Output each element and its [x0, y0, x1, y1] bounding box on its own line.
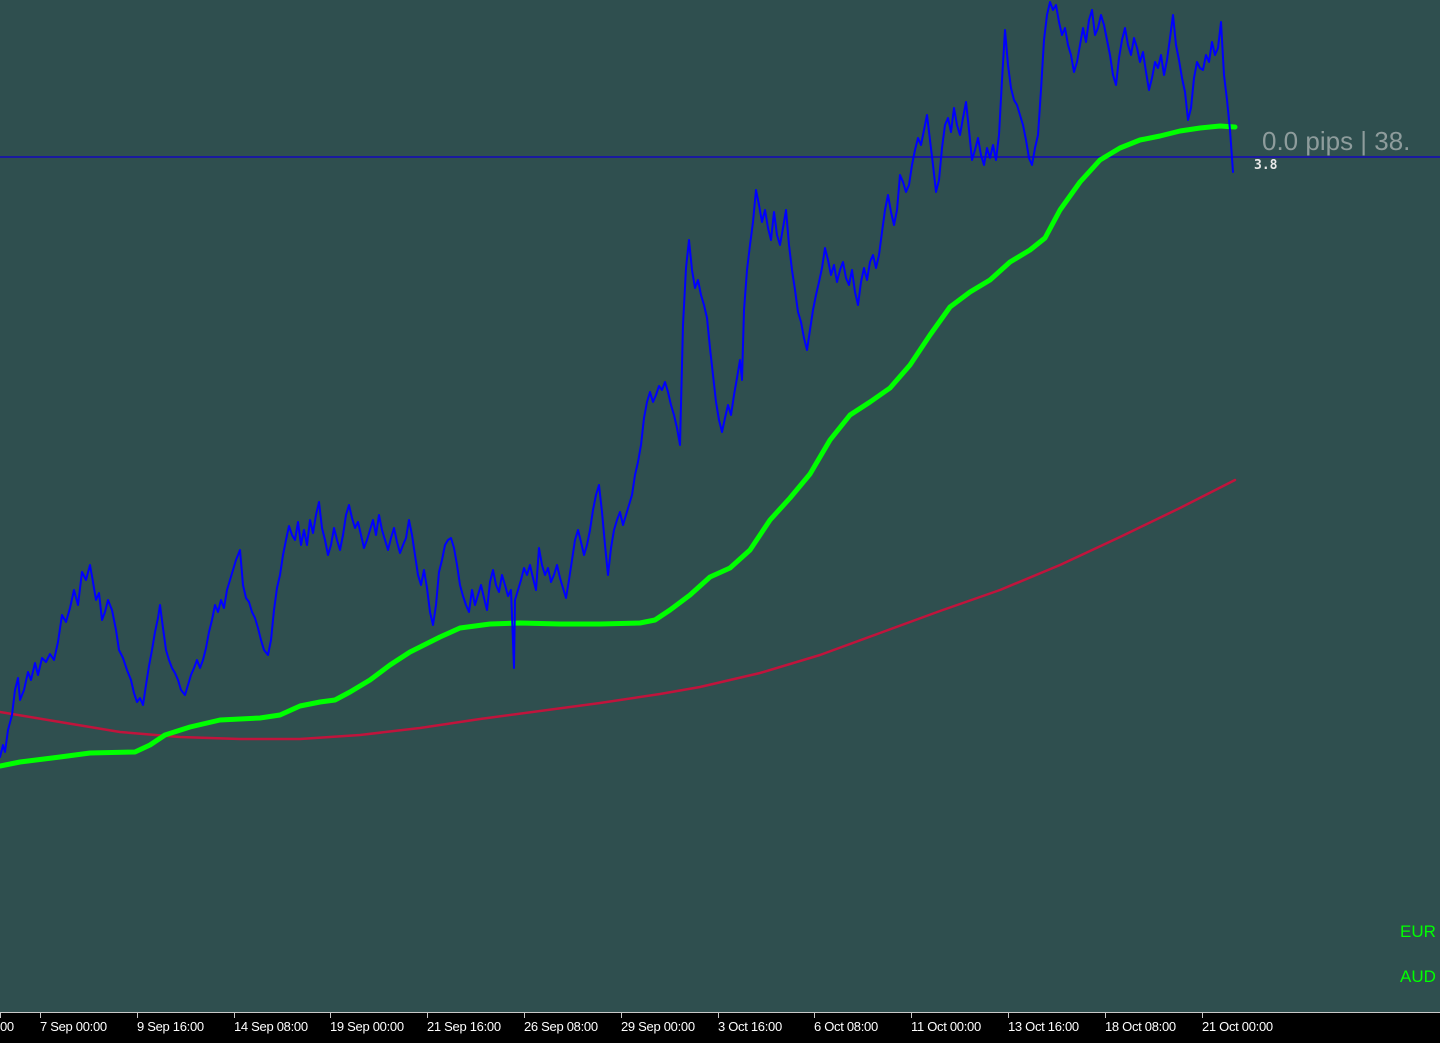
x-tick-mark: [427, 1013, 428, 1018]
x-tick-mark: [1008, 1013, 1009, 1018]
symbol-label-aud[interactable]: AUD: [1400, 967, 1436, 987]
x-tick-mark: [0, 1013, 1, 1018]
x-tick-mark: [621, 1013, 622, 1018]
series-layer: [0, 1, 1238, 769]
x-tick-label: 14 Sep 08:00: [234, 1019, 308, 1034]
x-tick-label: 21 Sep 16:00: [427, 1019, 501, 1034]
x-tick-mark: [137, 1013, 138, 1018]
series-price: [0, 1, 1234, 758]
x-tick-mark: [1105, 1013, 1106, 1018]
series-moving-average-fast: [0, 123, 1238, 769]
x-tick-label: 7 Sep 00:00: [40, 1019, 107, 1034]
x-tick-label: 13 Oct 16:00: [1008, 1019, 1079, 1034]
price-label: 3.8: [1254, 158, 1278, 173]
x-tick-label: 29 Sep 00:00: [621, 1019, 695, 1034]
x-tick-label: 11 Oct 00:00: [911, 1019, 981, 1034]
x-tick-label: 9 Sep 16:00: [137, 1019, 204, 1034]
x-tick-label: 3 Oct 16:00: [718, 1019, 782, 1034]
x-tick-mark: [718, 1013, 719, 1018]
x-tick-mark: [524, 1013, 525, 1018]
symbol-label-eur[interactable]: EUR: [1400, 922, 1436, 942]
x-tick-label: 18 Oct 08:00: [1105, 1019, 1176, 1034]
pips-label: 0.0 pips | 38.: [1262, 126, 1411, 156]
x-tick-mark: [234, 1013, 235, 1018]
x-tick-label: 26 Sep 08:00: [524, 1019, 598, 1034]
x-tick-mark: [911, 1013, 912, 1018]
x-tick-label: 21 Oct 00:00: [1202, 1019, 1273, 1034]
x-tick-mark: [814, 1013, 815, 1018]
x-tick-label: 00: [0, 1019, 14, 1034]
price-chart[interactable]: [0, 0, 1440, 1043]
x-tick-label: 19 Sep 00:00: [330, 1019, 404, 1034]
x-tick-mark: [330, 1013, 331, 1018]
x-tick-mark: [1202, 1013, 1203, 1018]
x-tick-mark: [40, 1013, 41, 1018]
x-tick-label: 6 Oct 08:00: [814, 1019, 878, 1034]
